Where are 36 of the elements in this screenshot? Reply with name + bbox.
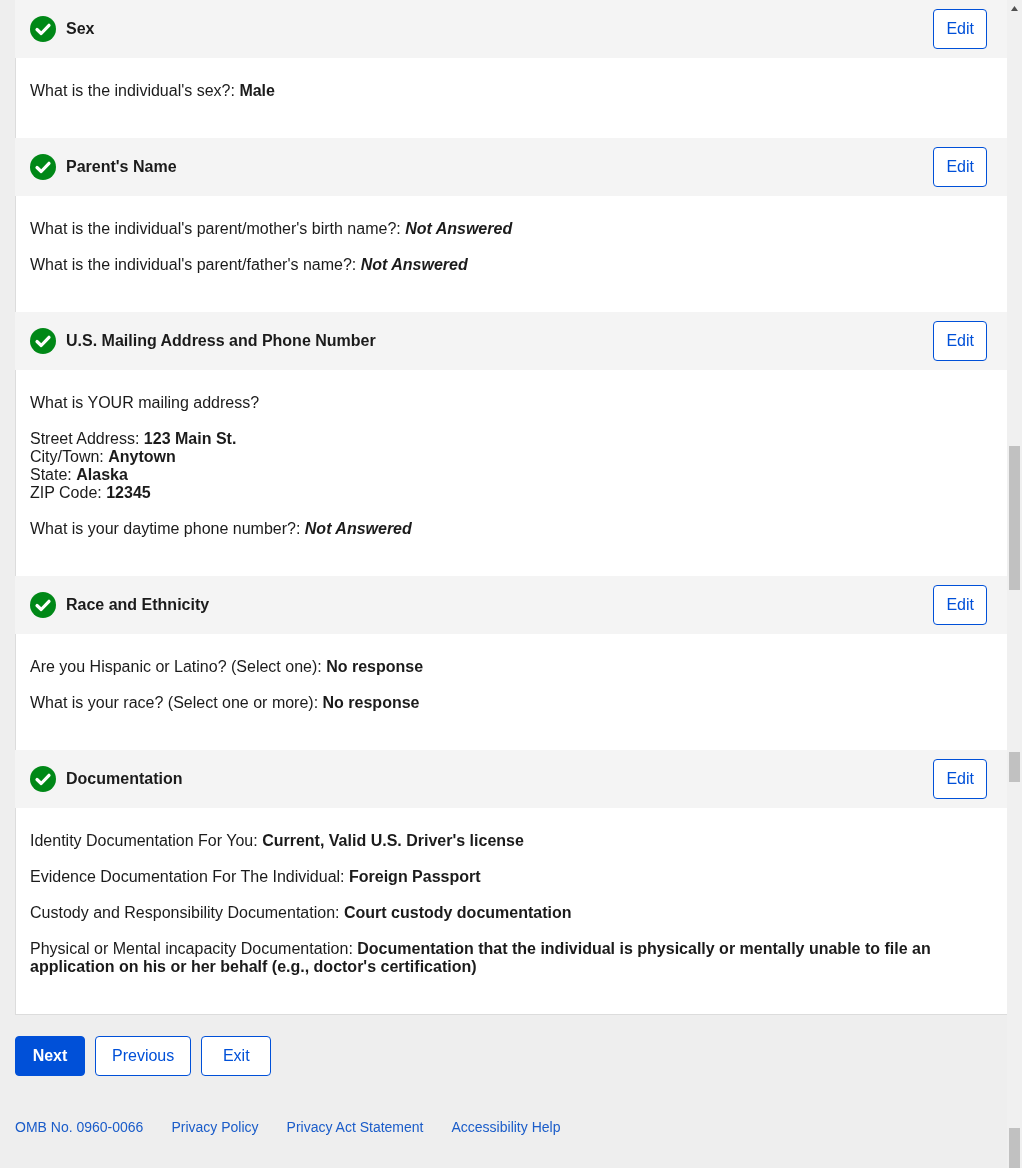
answer-text: Are you Hispanic or Latino? (Select one): No response xyxy=(30,658,425,676)
answer-text: What is the individual's parent/father's name?: Not Answered xyxy=(30,256,469,274)
answer-text: Evidence Documentation For The Individual: Foreign Passport xyxy=(30,868,482,886)
nav-button[interactable]: Previous xyxy=(95,1036,192,1076)
section-title: U.S. Mailing Address and Phone Number xyxy=(66,331,377,351)
answer-text: What is the individual's sex?: Male xyxy=(30,82,276,100)
edit-button[interactable]: Edit xyxy=(933,759,987,799)
footer-link[interactable]: Accessibility Help xyxy=(451,1119,561,1135)
address-line: State: Alaska xyxy=(30,466,129,484)
nav-button[interactable]: Exit xyxy=(201,1036,272,1076)
answer-text: Identity Documentation For You: Current, Valid U.S. Driver's license xyxy=(30,832,525,850)
answer-text: What is the individual's parent/mother's birth name?: Not Answered xyxy=(30,220,514,238)
scroll-up-icon[interactable] xyxy=(1011,6,1018,11)
edit-button[interactable]: Edit xyxy=(933,147,987,187)
section-title: Sex xyxy=(66,19,96,39)
edit-button[interactable]: Edit xyxy=(933,321,987,361)
answer-text: What is your race? (Select one or more): No response xyxy=(30,694,421,712)
question-text: What is YOUR mailing address? xyxy=(30,394,261,412)
footer-link[interactable]: Privacy Act Statement xyxy=(286,1119,424,1135)
edit-button[interactable]: Edit xyxy=(933,9,987,49)
edit-button[interactable]: Edit xyxy=(933,585,987,625)
address-line: Street Address: 123 Main St. xyxy=(30,430,238,448)
answer-text: Custody and Responsibility Documentation: Court custody documentation xyxy=(30,904,573,922)
footer-link[interactable]: OMB No. 0960-0066 xyxy=(15,1119,144,1135)
scrollbar-thumb[interactable] xyxy=(1009,446,1020,590)
section-title: Race and Ethnicity xyxy=(66,595,211,615)
footer-link[interactable]: Privacy Policy xyxy=(171,1119,259,1135)
address-line: ZIP Code: 12345 xyxy=(30,484,152,502)
answer-text: Physical or Mental incapacity Documentation: Documentation that the individual is physically or mentally unable to file an application on his or her behalf (e.g., doctor's certification) xyxy=(30,940,932,976)
next-button[interactable]: Next xyxy=(15,1036,85,1076)
section-title: Documentation xyxy=(66,769,184,789)
scrollbar-thumb[interactable] xyxy=(1009,1128,1020,1168)
address-line: City/Town: Anytown xyxy=(30,448,177,466)
section-title: Parent's Name xyxy=(66,157,178,177)
scrollbar-thumb[interactable] xyxy=(1009,752,1020,782)
answer-text: What is your daytime phone number?: Not Answered xyxy=(30,520,413,538)
